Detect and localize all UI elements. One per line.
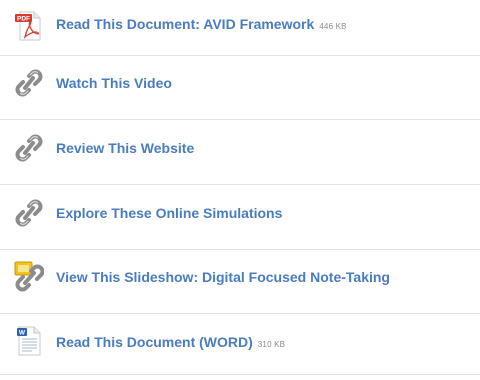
resource-item-slideshow[interactable]: View This Slideshow: Digital Focused Not… — [0, 247, 480, 307]
word-file-icon: W — [17, 326, 41, 356]
resource-link[interactable]: Review This Website — [56, 140, 194, 156]
svg-text:W: W — [19, 330, 26, 337]
pdf-file-icon: PDF — [15, 11, 41, 41]
divider — [0, 374, 480, 375]
resource-link[interactable]: Read This Document: AVID Framework — [56, 16, 314, 32]
resource-label-group: View This Slideshow: Digital Focused Not… — [56, 269, 390, 285]
svg-text:PDF: PDF — [17, 16, 30, 23]
resource-item-review-website[interactable]: Review This Website — [0, 118, 480, 178]
file-size: 310 KB — [257, 340, 286, 349]
resource-list: PDF Read This Document: AVID Framework 4… — [0, 0, 480, 380]
link-icon — [15, 134, 43, 162]
resource-label-group: Read This Document: AVID Framework 446 K… — [56, 16, 347, 32]
resource-label-group: Watch This Video — [56, 75, 172, 91]
resource-link[interactable]: Watch This Video — [56, 75, 172, 91]
resource-link[interactable]: View This Slideshow: Digital Focused Not… — [56, 269, 390, 285]
resource-link[interactable]: Explore These Online Simulations — [56, 205, 282, 221]
resource-item-online-simulations[interactable]: Explore These Online Simulations — [0, 183, 480, 243]
link-icon — [15, 199, 43, 227]
link-icon — [15, 69, 43, 97]
resource-label-group: Review This Website — [56, 140, 194, 156]
slideshow-link-icon — [14, 261, 44, 292]
resource-item-watch-video[interactable]: Watch This Video — [0, 53, 480, 113]
file-size: 446 KB — [319, 22, 347, 31]
resource-item-word-document[interactable]: W Read This Document (WORD) 310 KB — [0, 312, 480, 372]
resource-label-group: Read This Document (WORD) 310 KB — [56, 334, 285, 350]
resource-item-avid-framework[interactable]: PDF Read This Document: AVID Framework 4… — [0, 0, 480, 54]
resource-link[interactable]: Read This Document (WORD) — [56, 334, 253, 350]
resource-label-group: Explore These Online Simulations — [56, 205, 282, 221]
